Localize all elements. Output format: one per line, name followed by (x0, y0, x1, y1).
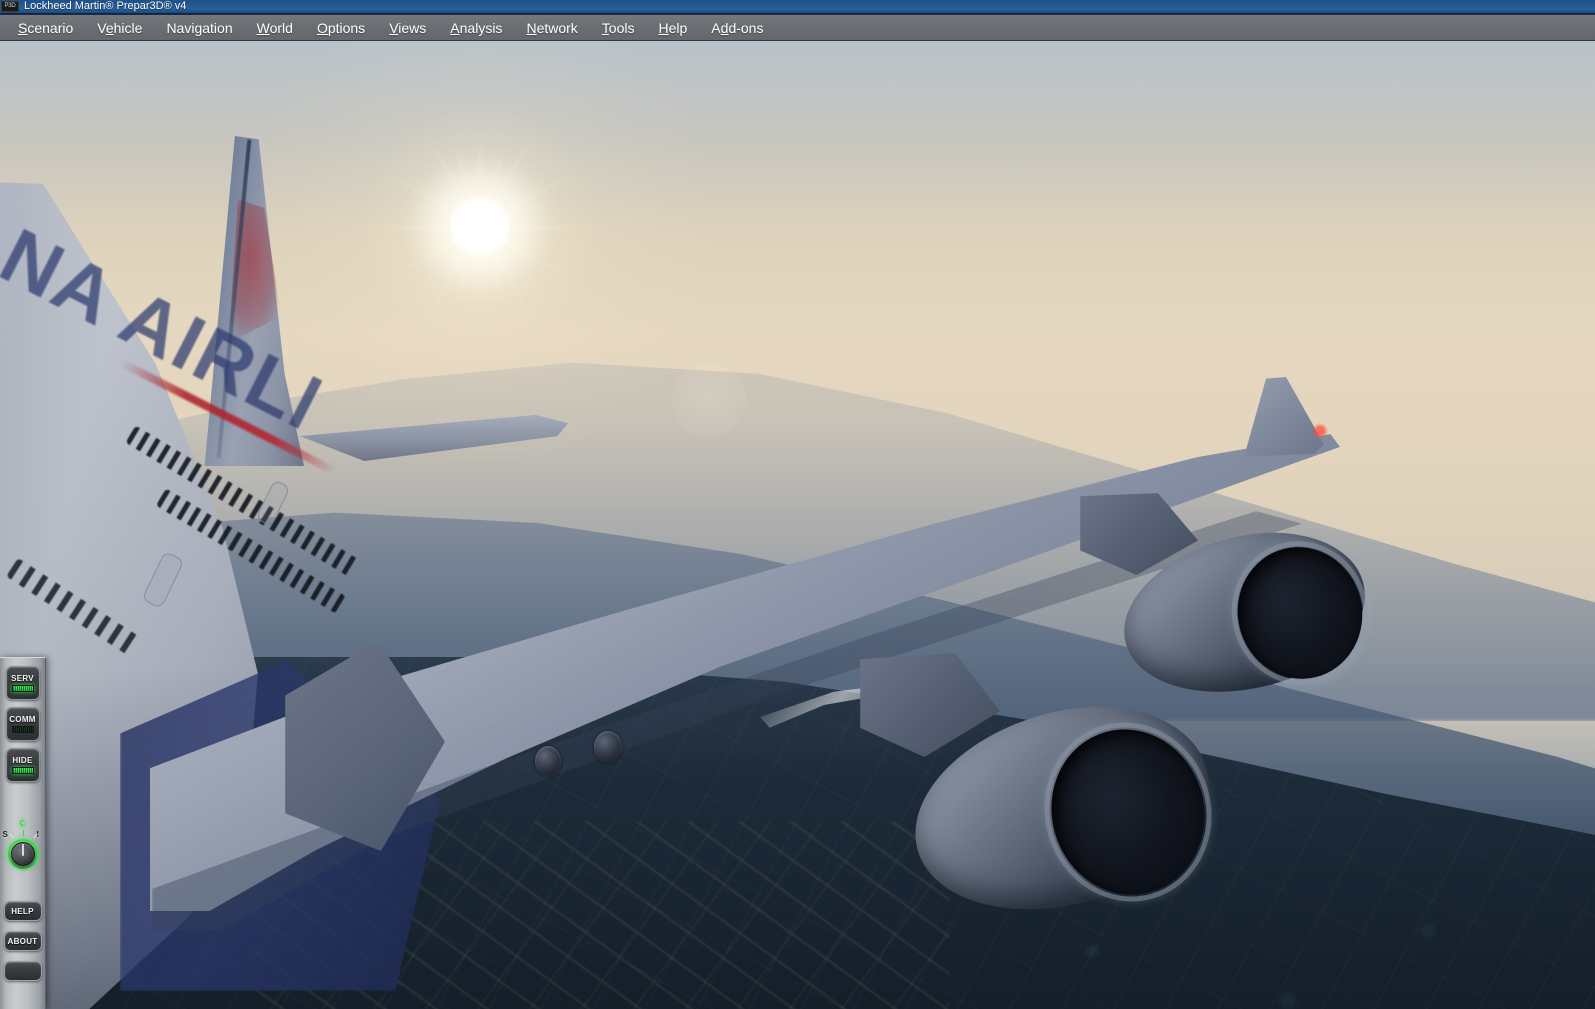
hide-button-label: HIDE (12, 756, 33, 765)
wing-probe-icon (535, 746, 561, 776)
serv-button[interactable]: SERV (5, 666, 40, 700)
hide-button[interactable]: HIDE (5, 748, 40, 782)
sun-disc (449, 196, 511, 258)
help-button[interactable]: HELP (3, 901, 42, 921)
about-button-label: ABOUT (7, 936, 38, 946)
flight-simulator-viewport[interactable]: NA AIRLINES (0, 41, 1595, 1009)
knob-tick-c (22, 830, 24, 836)
menu-label-options: ptions (327, 19, 366, 36)
winglet (1244, 377, 1324, 457)
knob-label-c: C (19, 819, 26, 828)
hide-led-indicator (11, 767, 34, 774)
mode-selector-knob[interactable]: S C I (0, 817, 46, 891)
title-bar: P3D Lockheed Martin® Prepar3D® v4 (0, 0, 1595, 14)
prepar3d-window: P3D Lockheed Martin® Prepar3D® v4 Scenar… (0, 0, 1595, 1009)
about-button[interactable]: ABOUT (3, 931, 42, 951)
menu-item-help[interactable]: Help (646, 17, 699, 39)
comm-button[interactable]: COMM (5, 707, 40, 741)
help-button-label: HELP (11, 906, 34, 916)
knob-label-s: S (2, 830, 8, 839)
menu-label-world: orld (269, 19, 293, 36)
menu-label-tools: ools (608, 19, 635, 36)
comm-button-label: COMM (9, 715, 36, 724)
navigation-light-icon (1312, 423, 1328, 439)
comm-led-indicator (11, 726, 34, 733)
menu-item-options[interactable]: Options (305, 17, 377, 39)
knob-tick-s (8, 833, 14, 839)
menu-item-world[interactable]: World (245, 17, 305, 39)
menu-item-tools[interactable]: Tools (590, 17, 647, 39)
p3d-app-icon[interactable]: P3D (1, 1, 19, 12)
menu-label-scenario: cenario (27, 19, 74, 36)
menu-label-network: etwork (536, 19, 578, 36)
menu-item-scenario[interactable]: Scenario (6, 17, 85, 39)
knob-pointer (21, 844, 24, 856)
serv-button-label: SERV (11, 674, 34, 683)
menu-item-analysis[interactable]: Analysis (438, 17, 514, 39)
menu-label-analysis: nalysis (459, 19, 503, 36)
menu-item-navigation[interactable]: Navigation (154, 17, 244, 39)
menu-item-addons[interactable]: Add-ons (699, 17, 775, 39)
menu-label-views: iews (398, 19, 427, 36)
menu-bar: Scenario Vehicle Navigation World Option… (0, 14, 1595, 41)
wing-probe-icon (594, 731, 622, 763)
serv-led-indicator (11, 685, 34, 692)
menu-item-views[interactable]: Views (377, 17, 438, 39)
menu-label-addons: d-ons (728, 19, 764, 36)
addon-hardware-panel: SERV COMM HIDE S C I HELP ABOUT (0, 657, 46, 1009)
menu-label-navigation: ation (202, 19, 233, 36)
lens-flare (672, 363, 746, 437)
menu-item-vehicle[interactable]: Vehicle (85, 17, 154, 39)
menu-label-help: elp (668, 19, 688, 36)
menu-label-vehicle: hicle (113, 19, 143, 36)
window-title: Lockheed Martin® Prepar3D® v4 (24, 0, 187, 12)
extra-button[interactable] (3, 961, 42, 981)
menu-bar-items: Scenario Vehicle Navigation World Option… (0, 17, 775, 39)
menu-item-network[interactable]: Network (514, 17, 589, 39)
